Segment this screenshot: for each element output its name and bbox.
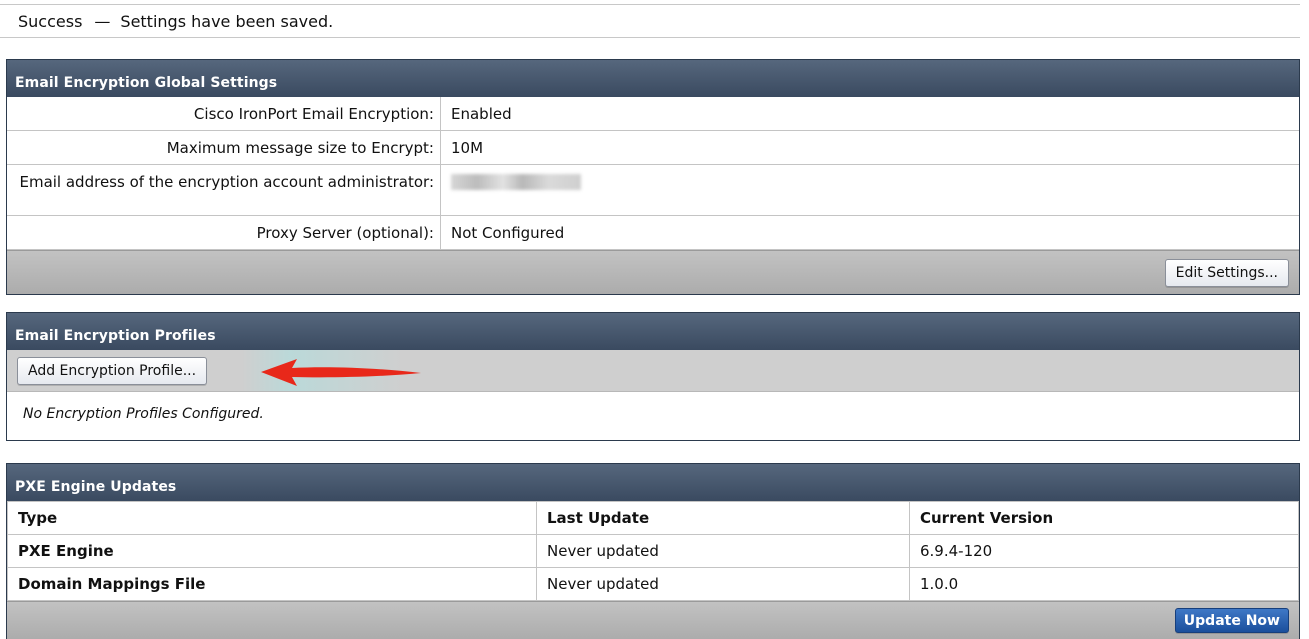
edit-settings-button[interactable]: Edit Settings... bbox=[1164, 258, 1289, 287]
redacted-email bbox=[451, 174, 581, 190]
cell-version: 6.9.4-120 bbox=[909, 534, 1299, 568]
column-header-last-update: Last Update bbox=[536, 501, 910, 535]
pxe-table: Type Last Update Current Version PXE Eng… bbox=[7, 501, 1299, 601]
pxe-updates-title: PXE Engine Updates bbox=[7, 464, 1299, 501]
settings-row: Cisco IronPort Email Encryption: Enabled bbox=[7, 97, 1299, 131]
profiles-actionbar: Add Encryption Profile... bbox=[7, 350, 1299, 392]
add-encryption-profile-button[interactable]: Add Encryption Profile... bbox=[17, 356, 208, 385]
global-settings-footer: Edit Settings... bbox=[7, 250, 1299, 294]
notice-dash: — bbox=[94, 11, 111, 31]
settings-value: 10M bbox=[440, 130, 1299, 165]
settings-row: Email address of the encryption account … bbox=[7, 164, 1299, 216]
update-now-button[interactable]: Update Now bbox=[1174, 608, 1289, 633]
table-header-row: Type Last Update Current Version bbox=[7, 501, 1299, 535]
settings-label: Proxy Server (optional): bbox=[7, 215, 441, 250]
cell-version: 1.0.0 bbox=[909, 567, 1299, 601]
global-settings-title: Email Encryption Global Settings bbox=[7, 60, 1299, 97]
red-arrow-icon bbox=[261, 359, 421, 386]
settings-label: Cisco IronPort Email Encryption: bbox=[7, 97, 441, 131]
global-settings-panel: Email Encryption Global Settings Cisco I… bbox=[6, 59, 1300, 295]
encryption-profiles-title: Email Encryption Profiles bbox=[7, 313, 1299, 350]
settings-label: Maximum message size to Encrypt: bbox=[7, 130, 441, 165]
settings-row: Proxy Server (optional): Not Configured bbox=[7, 215, 1299, 250]
settings-value-redacted bbox=[440, 164, 1299, 216]
cell-type: Domain Mappings File bbox=[7, 567, 537, 601]
column-header-type: Type bbox=[7, 501, 537, 535]
cell-type: PXE Engine bbox=[7, 534, 537, 568]
cell-last-update: Never updated bbox=[536, 567, 910, 601]
global-settings-table: Cisco IronPort Email Encryption: Enabled… bbox=[7, 97, 1299, 250]
empty-profiles-message: No Encryption Profiles Configured. bbox=[23, 406, 264, 422]
encryption-profiles-panel: Email Encryption Profiles Add Encryption… bbox=[6, 312, 1300, 441]
pxe-footer: Update Now bbox=[7, 601, 1299, 639]
cell-last-update: Never updated bbox=[536, 534, 910, 568]
settings-label: Email address of the encryption account … bbox=[7, 164, 441, 216]
column-header-current-version: Current Version bbox=[909, 501, 1299, 535]
settings-row: Maximum message size to Encrypt: 10M bbox=[7, 130, 1299, 165]
settings-value: Enabled bbox=[440, 97, 1299, 131]
pxe-updates-panel: PXE Engine Updates Type Last Update Curr… bbox=[6, 463, 1300, 639]
table-row: PXE Engine Never updated 6.9.4-120 bbox=[7, 534, 1299, 568]
notice-status: Success bbox=[18, 11, 83, 31]
table-row: Domain Mappings File Never updated 1.0.0 bbox=[7, 567, 1299, 601]
success-notice: Success — Settings have been saved. bbox=[0, 4, 1300, 38]
notice-message: Settings have been saved. bbox=[120, 11, 334, 31]
settings-value: Not Configured bbox=[440, 215, 1299, 250]
